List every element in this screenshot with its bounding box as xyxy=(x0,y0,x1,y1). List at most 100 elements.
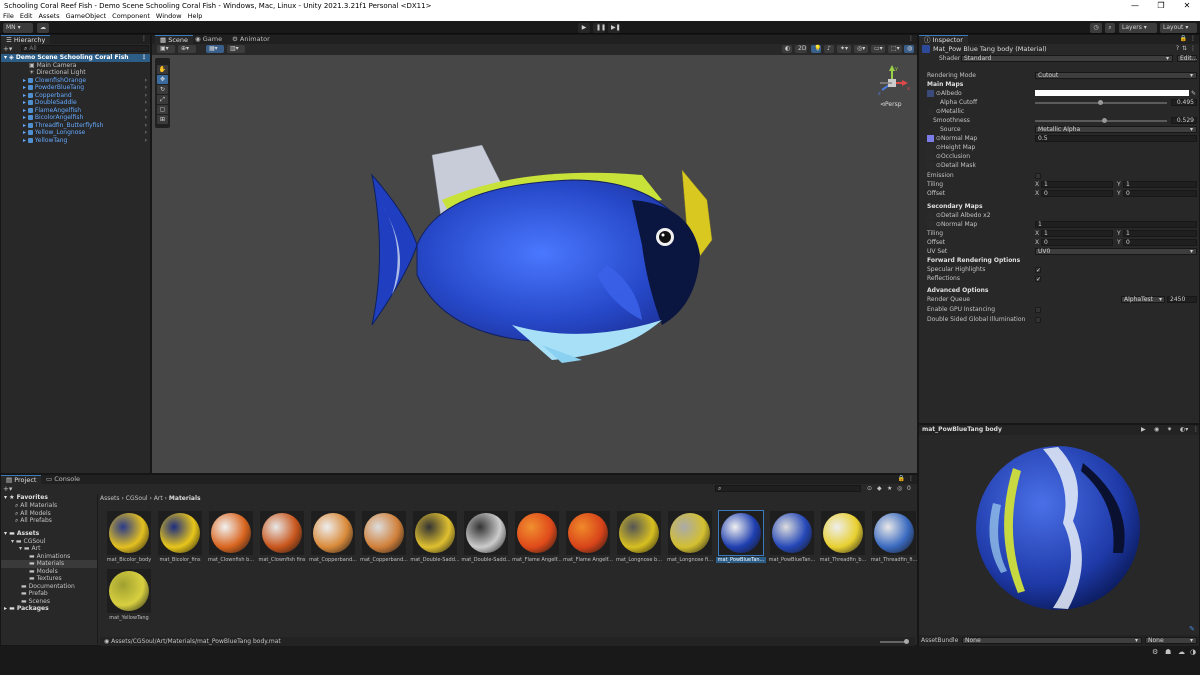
breadcrumb-assets[interactable]: Assets xyxy=(100,495,120,502)
normal-map-scale-input[interactable]: 0.5 xyxy=(1035,135,1197,142)
hierarchy-item-copperband[interactable]: ▸ Copperband › xyxy=(1,92,150,100)
grid-snap-toggle[interactable]: ▦▾ xyxy=(206,45,224,53)
tab-inspector[interactable]: ⓘ Inspector xyxy=(919,35,968,44)
menu-file[interactable]: File xyxy=(3,12,14,21)
create-asset-icon[interactable]: +▾ xyxy=(3,485,12,493)
maximize-button[interactable]: ❐ xyxy=(1148,0,1174,12)
collab-icon[interactable]: ⚙ xyxy=(1152,648,1158,656)
alpha-cutoff-input[interactable]: 0.495 xyxy=(1171,99,1197,106)
audio-toggle-icon[interactable]: ♪ xyxy=(824,45,834,53)
material-thumbnail[interactable]: mat_Flame Angelf... xyxy=(563,511,613,563)
draw-mode-dropdown[interactable]: ▣▾ xyxy=(157,45,175,53)
material-thumbnail[interactable]: mat_Longnose b... xyxy=(616,511,662,563)
occlusion-texture-slot[interactable] xyxy=(927,153,934,160)
pause-button[interactable]: ❚❚ xyxy=(593,22,606,33)
hierarchy-item-directional-light[interactable]: ☀ Directional Light xyxy=(1,69,86,77)
2d-toggle[interactable]: 2D xyxy=(795,45,807,53)
pivot-dropdown[interactable]: ⊕▾ xyxy=(178,45,196,53)
hidden-packages-icon[interactable]: ◎ xyxy=(897,485,902,492)
offset-x-input[interactable]: 0 xyxy=(1041,190,1113,197)
chevron-right-icon[interactable]: › xyxy=(145,99,147,107)
alpha-cutoff-slider-knob[interactable] xyxy=(1097,100,1103,105)
secondary-tiling-y-input[interactable]: 1 xyxy=(1123,230,1197,237)
menu-gameobject[interactable]: GameObject xyxy=(66,12,107,21)
folder-art[interactable]: ▾ ▬ Art xyxy=(1,545,40,553)
layout-dropdown[interactable]: Layout ▾ xyxy=(1160,22,1197,33)
kebab-menu-icon[interactable]: ⋮ xyxy=(141,35,147,42)
kebab-menu-icon[interactable]: ⋮ xyxy=(908,35,914,42)
chevron-right-icon[interactable]: › xyxy=(145,114,147,122)
rotate-tool-icon[interactable]: ↻ xyxy=(157,85,168,94)
tab-hierarchy[interactable]: ☰ Hierarchy xyxy=(1,35,51,44)
chevron-right-icon[interactable]: › xyxy=(145,137,147,145)
hierarchy-item-main-camera[interactable]: ▣ Main Camera xyxy=(1,62,76,70)
lock-icon[interactable]: 🔒 xyxy=(1180,35,1187,42)
breadcrumb-cgsoul[interactable]: CGSoul xyxy=(126,495,148,502)
normal-map-texture-slot[interactable] xyxy=(927,135,934,142)
hierarchy-search-input[interactable]: ⌕ All xyxy=(21,45,149,52)
material-thumbnail[interactable]: mat_PowBlueTan... xyxy=(769,511,815,563)
kebab-menu-icon[interactable]: ⋮ xyxy=(1193,426,1199,433)
play-preview-icon[interactable]: ▶ xyxy=(1141,426,1146,433)
fav-all-materials[interactable]: ⌕ All Materials xyxy=(1,502,57,510)
smoothness-input[interactable]: 0.529 xyxy=(1171,117,1197,124)
folder-animations[interactable]: ▬ Animations xyxy=(1,553,70,561)
filter-label-icon[interactable]: ◆ xyxy=(877,485,882,492)
camera-settings-icon[interactable]: ▭▾ xyxy=(871,45,885,53)
tab-animator[interactable]: ⚙ Animator xyxy=(227,35,275,44)
hierarchy-item-flameangelfish[interactable]: ▸ FlameAngelfish › xyxy=(1,107,150,115)
hierarchy-item-threadfin[interactable]: ▸ Threadfin_Butterflyfish › xyxy=(1,122,150,130)
albedo-texture-slot[interactable] xyxy=(927,90,934,97)
emission-checkbox[interactable] xyxy=(1035,172,1041,179)
material-thumbnail[interactable]: mat_Flame Angelf... xyxy=(512,511,562,563)
material-thumbnail[interactable]: mat_Longnose fi... xyxy=(667,511,713,563)
detail-albedo-texture-slot[interactable] xyxy=(927,212,934,219)
height-map-texture-slot[interactable] xyxy=(927,144,934,151)
fav-all-models[interactable]: ⌕ All Models xyxy=(1,510,51,518)
folder-models[interactable]: ▬ Models xyxy=(1,568,58,576)
menu-component[interactable]: Component xyxy=(112,12,150,21)
debug-icon[interactable]: ☗ xyxy=(1165,648,1171,656)
folder-prefab[interactable]: ▬ Prefab xyxy=(1,590,48,598)
assets-folder[interactable]: ▾ ▬ Assets xyxy=(1,530,39,538)
hierarchy-item-doublesaddle[interactable]: ▸ DoubleSaddle › xyxy=(1,99,150,107)
breadcrumb-art[interactable]: Art xyxy=(154,495,163,502)
material-thumbnail[interactable]: mat_Copperband... xyxy=(309,511,357,563)
transform-tool-icon[interactable]: ⊞ xyxy=(157,115,168,124)
eyedropper-icon[interactable]: ✎ xyxy=(1191,89,1196,98)
account-dropdown[interactable]: MN ▾ xyxy=(3,22,33,33)
hierarchy-item-bicolorangelfish[interactable]: ▸ BicolorAngelfish › xyxy=(1,114,150,122)
hierarchy-item-powderbluetang[interactable]: ▸ PowderBlueTang › xyxy=(1,84,150,92)
kebab-menu-icon[interactable]: ⋮ xyxy=(908,475,914,482)
gizmo-toggle-icon[interactable]: ◍ xyxy=(904,45,914,53)
star-icon[interactable]: ★ xyxy=(887,485,892,492)
sphere-preview-icon[interactable]: ◉ xyxy=(1154,426,1159,433)
menu-edit[interactable]: Edit xyxy=(20,12,33,21)
assetbundle-variant-dropdown[interactable]: None ▾ xyxy=(1145,637,1197,644)
perspective-label[interactable]: ⊲Persp xyxy=(880,101,902,108)
render-queue-dropdown[interactable]: AlphaTest ▾ xyxy=(1121,296,1165,303)
preview-settings-icon[interactable]: ◐▾ xyxy=(1180,426,1188,433)
kebab-menu-icon[interactable]: ⋮ xyxy=(141,54,147,62)
close-button[interactable]: ✕ xyxy=(1174,0,1200,12)
metallic-texture-slot[interactable] xyxy=(927,108,934,115)
add-icon[interactable]: +▾ xyxy=(3,45,12,53)
kebab-menu-icon[interactable]: ⋮ xyxy=(1190,35,1196,42)
snap-increment-dropdown[interactable]: ▥▾ xyxy=(227,45,245,53)
material-thumbnail[interactable]: mat_Threadfin_fi... xyxy=(871,511,917,563)
search-icon[interactable]: ⌕ xyxy=(1105,22,1115,33)
project-search-input[interactable]: ⌕ xyxy=(715,485,861,492)
source-dropdown[interactable]: Metallic Alpha ▾ xyxy=(1035,126,1197,133)
secondary-tiling-x-input[interactable]: 1 xyxy=(1041,230,1113,237)
material-thumbnail[interactable]: mat_Clownfish b... xyxy=(208,511,254,563)
hand-tool-icon[interactable]: ✋ xyxy=(157,65,168,74)
secondary-normal-scale-input[interactable]: 1 xyxy=(1035,221,1197,228)
cloud-icon[interactable]: ☁ xyxy=(37,22,49,33)
material-thumbnail[interactable]: mat_YellowTang xyxy=(107,569,151,621)
chevron-right-icon[interactable]: › xyxy=(145,84,147,92)
menu-window[interactable]: Window xyxy=(156,12,182,21)
material-thumbnail[interactable]: mat_Copperband... xyxy=(360,511,408,563)
tab-project[interactable]: ▤ Project xyxy=(1,475,42,484)
albedo-color-swatch[interactable] xyxy=(1035,90,1189,96)
tiling-y-input[interactable]: 1 xyxy=(1123,181,1197,188)
